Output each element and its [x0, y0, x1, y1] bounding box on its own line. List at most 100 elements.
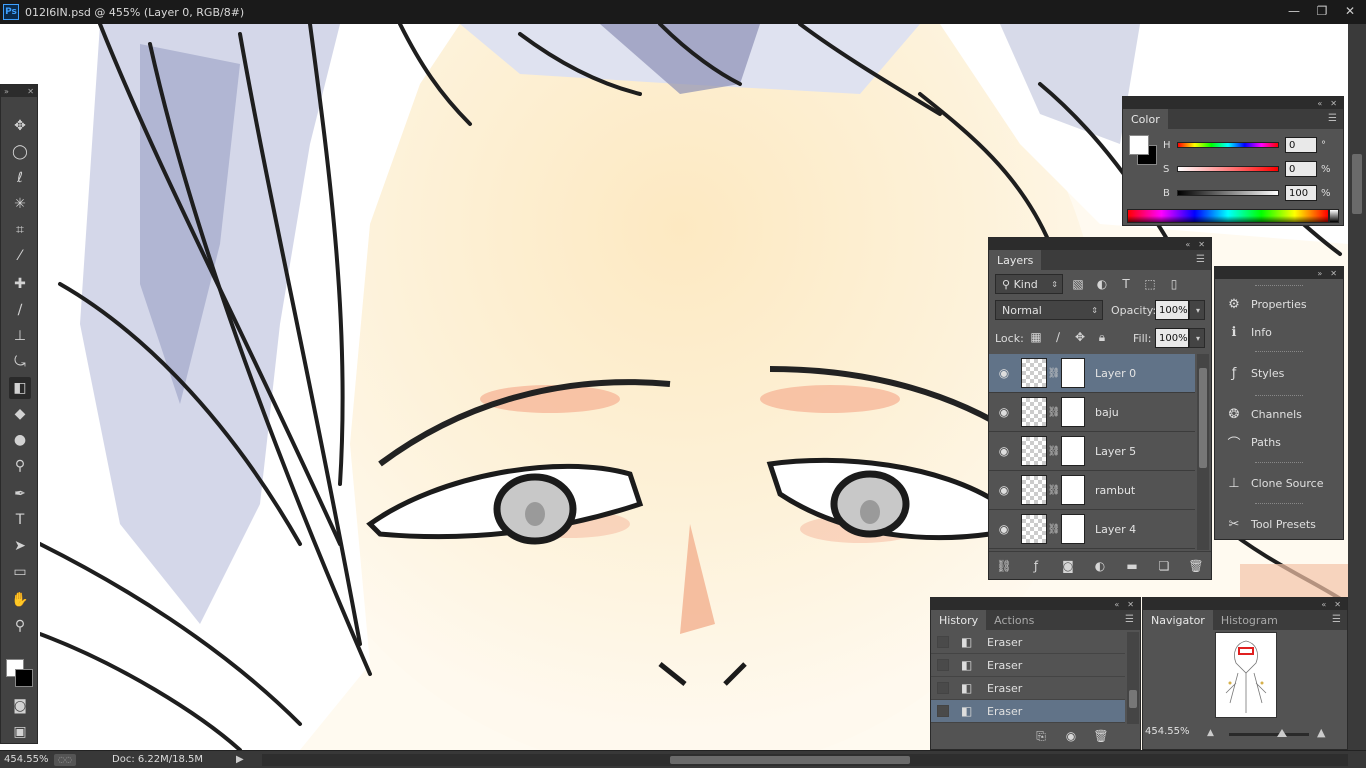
mask-link-icon[interactable]: ⛓ — [1047, 368, 1061, 379]
dock-header[interactable]: » ✕ — [1215, 267, 1343, 279]
filter-shape-icon[interactable]: ⬚ — [1141, 275, 1159, 293]
panel-close-icon[interactable]: ✕ — [1334, 600, 1341, 609]
brush-icon[interactable]: ∕ — [9, 299, 31, 321]
saturation-slider[interactable] — [1177, 166, 1279, 172]
eyedropper-icon[interactable]: ⁄ — [9, 245, 31, 267]
history-brush-source-checkbox[interactable] — [937, 636, 949, 648]
panel-close-icon[interactable]: ✕ — [1198, 240, 1205, 249]
new-document-from-state-icon[interactable]: ⎘ — [1032, 727, 1050, 745]
dock-separator[interactable] — [1255, 395, 1303, 398]
history-state-row[interactable]: ◧ Eraser — [931, 631, 1125, 654]
tab-layers[interactable]: Layers — [989, 250, 1042, 270]
visibility-eye-icon[interactable]: ◉ — [989, 405, 1019, 419]
color-foreground-swatch[interactable] — [1129, 135, 1149, 155]
collapse-icon[interactable]: « — [1114, 600, 1119, 609]
layers-scroll-thumb[interactable] — [1199, 368, 1207, 468]
opacity-input[interactable]: 100% — [1155, 300, 1189, 320]
layer-mask-thumbnail[interactable] — [1061, 514, 1085, 544]
screen-mode-icon[interactable]: ▣ — [9, 721, 31, 743]
brightness-value-input[interactable]: 100 — [1285, 185, 1317, 201]
hand-icon[interactable]: ✋ — [9, 589, 31, 611]
history-state-row[interactable]: ◧ Eraser — [931, 654, 1125, 677]
layer-mask-thumbnail[interactable] — [1061, 475, 1085, 505]
panel-menu-icon[interactable]: ☰ — [1196, 254, 1205, 265]
tab-color[interactable]: Color — [1123, 109, 1168, 129]
color-panel-header[interactable]: «✕ — [1123, 97, 1343, 109]
collapse-icon[interactable]: » — [4, 87, 9, 96]
rectangle-icon[interactable]: ▭ — [9, 561, 31, 583]
status-menu-arrow-icon[interactable]: ▶ — [236, 754, 244, 765]
restore-button[interactable]: ❐ — [1310, 2, 1334, 20]
layer-row[interactable]: ◉ ⛓ rambut — [989, 471, 1195, 510]
type-icon[interactable]: T — [9, 509, 31, 531]
history-brush-source-checkbox[interactable] — [937, 682, 949, 694]
brightness-slider[interactable] — [1177, 190, 1279, 196]
layer-filter-kind-dropdown[interactable]: ⚲ Kind ⇕ — [995, 274, 1063, 294]
dock-item-tool-presets[interactable]: ✂ Tool Presets — [1215, 511, 1343, 537]
dodge-icon[interactable]: ⚲ — [9, 455, 31, 477]
history-brush-source-checkbox[interactable] — [937, 705, 949, 717]
background-color-swatch[interactable] — [15, 669, 33, 687]
dock-separator[interactable] — [1255, 462, 1303, 465]
magic-wand-icon[interactable]: ✳ — [9, 193, 31, 215]
dock-separator[interactable] — [1255, 351, 1303, 354]
black-white-ramp[interactable] — [1329, 209, 1339, 223]
paint-bucket-icon[interactable]: ◆ — [9, 403, 31, 425]
panel-menu-icon[interactable]: ☰ — [1125, 614, 1134, 625]
tab-actions[interactable]: Actions — [986, 610, 1042, 630]
dock-item-clone-source[interactable]: ⊥ Clone Source — [1215, 470, 1343, 496]
panel-close-icon[interactable]: ✕ — [1127, 600, 1134, 609]
lock-image-icon[interactable]: ∕ — [1049, 328, 1067, 346]
history-scroll-thumb[interactable] — [1129, 690, 1137, 708]
path-selection-icon[interactable]: ➤ — [9, 535, 31, 557]
minimize-button[interactable]: — — [1282, 2, 1306, 20]
navigator-panel-header[interactable]: «✕ — [1143, 598, 1347, 610]
collapse-icon[interactable]: « — [1185, 240, 1190, 249]
vertical-scroll-thumb[interactable] — [1352, 154, 1362, 214]
tab-navigator[interactable]: Navigator — [1143, 610, 1213, 630]
close-button[interactable]: ✕ — [1338, 2, 1362, 20]
filter-pixel-icon[interactable]: ▧ — [1069, 275, 1087, 293]
zoom-slider-knob[interactable] — [1277, 729, 1287, 737]
fill-input[interactable]: 100% — [1155, 328, 1189, 348]
opacity-dropdown[interactable]: ▾ — [1189, 300, 1205, 320]
delete-layer-icon[interactable]: 🗑︎ — [1187, 557, 1205, 575]
collapse-icon[interactable]: « — [1321, 600, 1326, 609]
layer-row[interactable]: ◉ ⛓ baju — [989, 393, 1195, 432]
layer-row[interactable]: ◉ ⛓ Layer 0 — [989, 354, 1195, 393]
mask-link-icon[interactable]: ⛓ — [1047, 485, 1061, 496]
layers-scrollbar[interactable] — [1197, 354, 1209, 550]
pen-icon[interactable]: ✒ — [9, 483, 31, 505]
mask-link-icon[interactable]: ⛓ — [1047, 524, 1061, 535]
lock-all-icon[interactable]: 🔒︎ — [1093, 328, 1111, 346]
zoom-out-icon[interactable]: ▲ — [1207, 728, 1214, 738]
panel-menu-icon[interactable]: ☰ — [1328, 113, 1337, 124]
healing-brush-icon[interactable]: ✚ — [9, 273, 31, 295]
mask-link-icon[interactable]: ⛓ — [1047, 407, 1061, 418]
layer-row[interactable]: ◉ ⛓ Layer 5 — [989, 432, 1195, 471]
navigator-zoom-value[interactable]: 454.55% — [1145, 726, 1190, 737]
status-info-icon[interactable]: ◌◌ — [54, 753, 76, 766]
layer-mask-thumbnail[interactable] — [1061, 358, 1085, 388]
dock-separator[interactable] — [1255, 503, 1303, 506]
collapse-icon[interactable]: » — [1317, 269, 1322, 278]
zoom-in-icon[interactable]: ▲ — [1317, 726, 1325, 739]
layer-mask-thumbnail[interactable] — [1061, 397, 1085, 427]
dock-item-paths[interactable]: ⌒ Paths — [1215, 429, 1343, 455]
visibility-eye-icon[interactable]: ◉ — [989, 366, 1019, 380]
navigator-zoom-slider[interactable] — [1229, 729, 1309, 737]
history-scrollbar[interactable] — [1127, 632, 1139, 724]
quick-mask-icon[interactable]: ◙ — [9, 695, 31, 717]
filter-smart-object-icon[interactable]: ▯ — [1165, 275, 1183, 293]
panel-close-icon[interactable]: ✕ — [27, 87, 34, 96]
blend-mode-dropdown[interactable]: Normal ⇕ — [995, 300, 1103, 320]
layer-style-icon[interactable]: ƒ — [1027, 557, 1045, 575]
layers-panel-header[interactable]: «✕ — [989, 238, 1211, 250]
history-brush-source-checkbox[interactable] — [937, 659, 949, 671]
lasso-icon[interactable]: ℓ — [9, 167, 31, 189]
fill-dropdown[interactable]: ▾ — [1189, 328, 1205, 348]
lock-transparent-icon[interactable]: ▦ — [1027, 328, 1045, 346]
snapshot-camera-icon[interactable]: ◉ — [1062, 727, 1080, 745]
adjustment-layer-icon[interactable]: ◐ — [1091, 557, 1109, 575]
mask-link-icon[interactable]: ⛓ — [1047, 446, 1061, 457]
